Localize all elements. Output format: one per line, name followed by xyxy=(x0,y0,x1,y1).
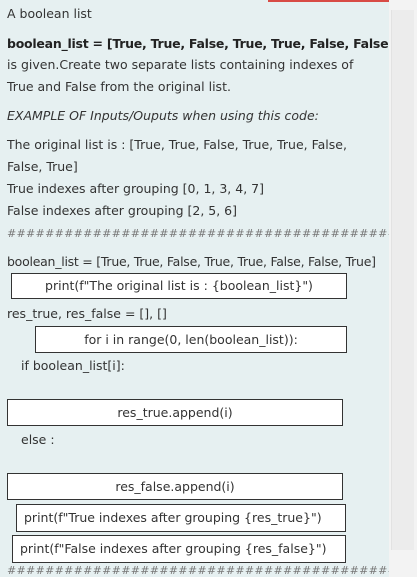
separator: ########################################… xyxy=(7,227,403,240)
code-block-print-true: print(f"True indexes after grouping {res… xyxy=(16,504,346,532)
code-block-for-loop: for i in range(0, len(boolean_list)): xyxy=(35,326,347,353)
accent-bar xyxy=(268,0,390,2)
statement-line: is given.Create two separate lists conta… xyxy=(7,57,354,72)
document-page: A boolean list boolean_list = [True, Tru… xyxy=(0,0,417,577)
example-output-line: False indexes after grouping [2, 5, 6] xyxy=(7,203,237,218)
code-block-append-true: res_true.append(i) xyxy=(7,399,343,426)
code-line: else : xyxy=(21,432,55,447)
example-output-line: False, True] xyxy=(7,159,78,174)
code-line: if boolean_list[i]: xyxy=(21,358,125,373)
example-output-line: True indexes after grouping [0, 1, 3, 4,… xyxy=(7,181,264,196)
example-heading: EXAMPLE OF Inputs/Ouputs when using this… xyxy=(7,108,319,123)
code-block-print-false: print(f"False indexes after grouping {re… xyxy=(12,535,346,563)
code-block-print-original: print(f"The original list is : {boolean_… xyxy=(11,273,347,299)
statement-code-line: boolean_list = [True, True, False, True,… xyxy=(7,36,417,51)
code-line: boolean_list = [True, True, False, True,… xyxy=(7,254,376,269)
code-block-append-false: res_false.append(i) xyxy=(7,473,343,500)
scrollbar-thumb[interactable] xyxy=(391,10,414,550)
code-line: res_true, res_false = [], [] xyxy=(7,306,167,321)
separator-bottom: ########################################… xyxy=(7,564,417,577)
statement-line: True and False from the original list. xyxy=(7,79,231,94)
document-title: A boolean list xyxy=(7,6,92,21)
example-output-line: The original list is : [True, True, Fals… xyxy=(7,137,347,152)
